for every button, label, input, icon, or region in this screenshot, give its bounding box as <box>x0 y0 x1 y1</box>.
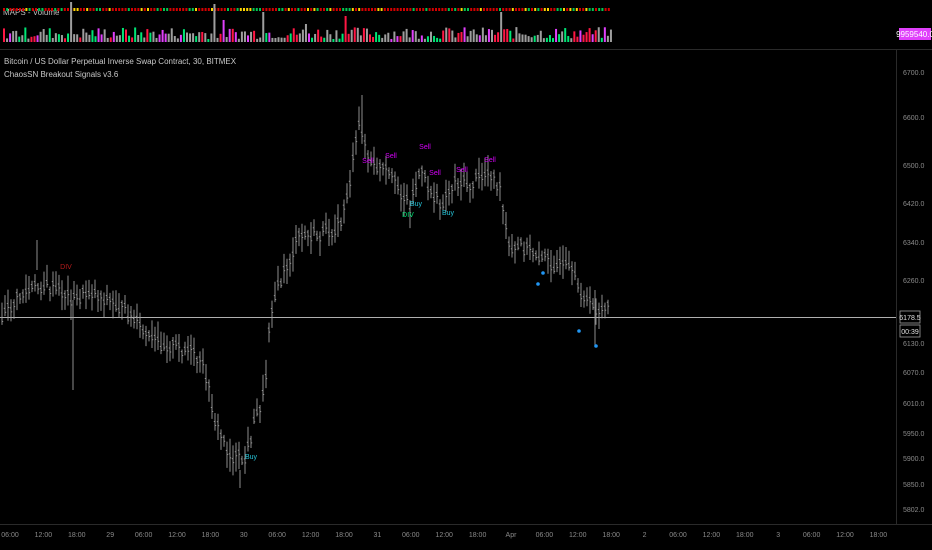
time-axis[interactable]: 06:00 12:00 18:00 29 06:00 12:00 18:00 30 06:00 1… <box>0 524 932 540</box>
price-bars <box>0 95 610 488</box>
price-tick-label: 5850.0 <box>903 482 925 489</box>
symbol-title: Bitcoin / US Dollar Perpetual Inverse Sw… <box>4 57 237 66</box>
price-tick-label: 5900.0 <box>903 456 925 463</box>
price-tick-label: 6500.0 <box>903 163 925 170</box>
signal-label: Sell <box>419 144 431 151</box>
time-tick-label: 30 <box>240 532 248 539</box>
time-tick-label: 06:00 <box>135 532 153 539</box>
time-tick-label: 31 <box>374 532 382 539</box>
price-tick-label: 6340.0 <box>903 240 925 247</box>
price-tick-label: 5950.0 <box>903 431 925 438</box>
signal-label: Buy <box>410 201 423 208</box>
time-tick-label: 06:00 <box>402 532 420 539</box>
time-tick-label: 12:00 <box>168 532 186 539</box>
volume-value-badge-text: 9959540.0 <box>896 30 932 39</box>
time-tick-label: 18:00 <box>469 532 487 539</box>
time-tick-label: 06:00 <box>669 532 687 539</box>
price-tick-label: 6130.0 <box>903 341 925 348</box>
time-tick-label: 12:00 <box>703 532 721 539</box>
signal-dot <box>536 282 540 286</box>
time-tick-label: 06:00 <box>268 532 286 539</box>
chart-canvas[interactable]: MAPS - Volume 9959540.0 Bitcoin / US Dol… <box>0 0 932 550</box>
price-tick-label: 5802.0 <box>903 507 925 514</box>
signal-dot <box>594 344 598 348</box>
time-tick-label: 18:00 <box>736 532 754 539</box>
price-tick-label: 6700.0 <box>903 70 925 77</box>
time-tick-label: 06:00 <box>1 532 19 539</box>
volume-panel: MAPS - Volume 9959540.0 <box>3 2 932 42</box>
price-axis[interactable]: 6700.0 6600.0 6500.0 6420.0 6340.0 6260.0 6130… <box>896 50 925 524</box>
time-tick-label: 12:00 <box>836 532 854 539</box>
volume-status-dots <box>3 8 610 11</box>
price-tick-label: 6420.0 <box>903 201 925 208</box>
bar-countdown: 00:39 <box>901 329 919 336</box>
signal-label: Sell <box>484 157 496 164</box>
signal-label: Sell <box>456 167 468 174</box>
time-tick-label: 12:00 <box>569 532 587 539</box>
time-tick-label: 2 <box>643 532 647 539</box>
time-tick-label: 18:00 <box>202 532 220 539</box>
time-tick-label: 12:00 <box>35 532 53 539</box>
last-price-value: 6178.5 <box>899 315 921 322</box>
signal-label: DIV <box>60 264 72 271</box>
signal-label: Sell <box>429 170 441 177</box>
signal-label: Sell <box>362 158 374 165</box>
signal-dot <box>577 329 581 333</box>
signal-label: Buy <box>245 454 258 461</box>
time-tick-label: Apr <box>506 532 518 539</box>
signal-dots <box>536 271 598 348</box>
time-tick-label: 29 <box>106 532 114 539</box>
price-tick-label: 6070.0 <box>903 370 925 377</box>
time-tick-label: 18:00 <box>68 532 86 539</box>
indicator-title: ChaosSN Breakout Signals v3.6 <box>4 70 119 79</box>
signal-label: Buy <box>442 210 455 217</box>
signal-label: Sell <box>385 153 397 160</box>
signal-dot <box>541 271 545 275</box>
time-tick-label: 18:00 <box>602 532 620 539</box>
time-tick-label: 18:00 <box>870 532 888 539</box>
time-tick-label: 06:00 <box>803 532 821 539</box>
time-tick-label: 3 <box>776 532 780 539</box>
time-tick-label: 06:00 <box>536 532 554 539</box>
price-tick-label: 6600.0 <box>903 115 925 122</box>
time-tick-label: 18:00 <box>335 532 353 539</box>
price-tick-label: 6010.0 <box>903 401 925 408</box>
time-tick-label: 12:00 <box>435 532 453 539</box>
time-tick-label: 12:00 <box>302 532 320 539</box>
signal-label: DIV <box>402 212 414 219</box>
price-tick-label: 6260.0 <box>903 278 925 285</box>
